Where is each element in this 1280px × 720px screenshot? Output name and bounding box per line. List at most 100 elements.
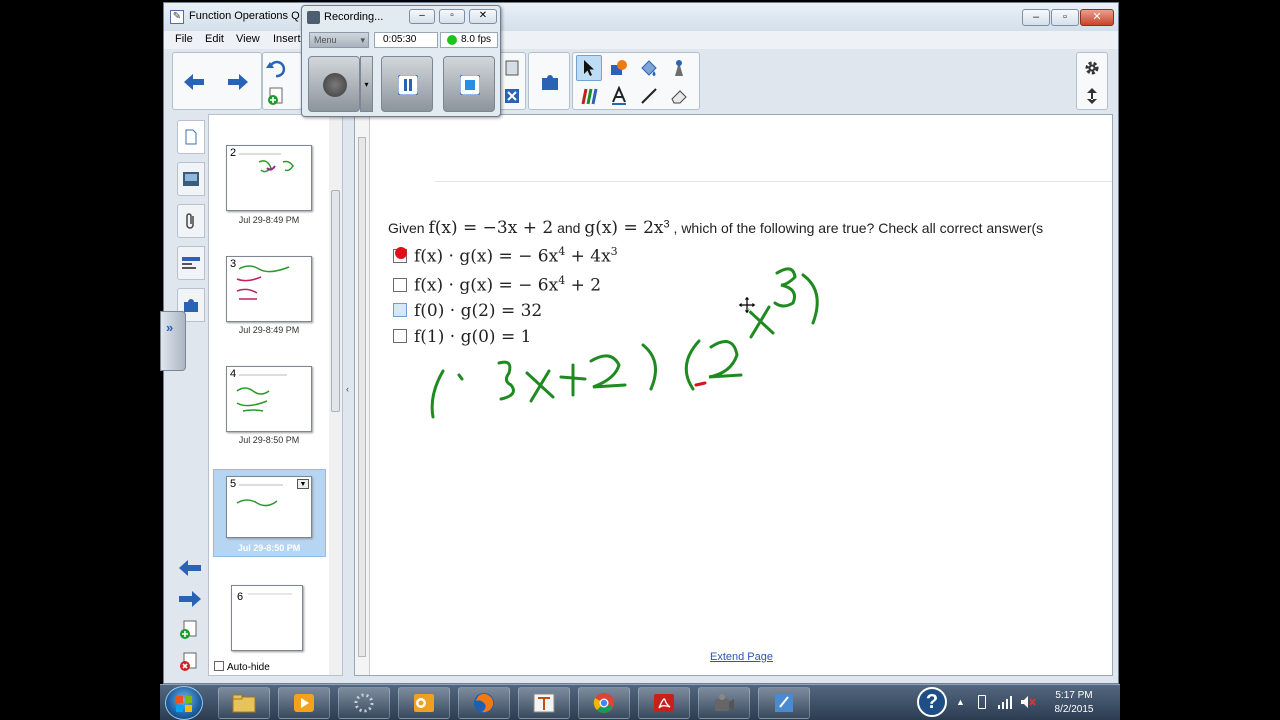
addons-group xyxy=(528,52,570,110)
fps-value: 8.0 fps xyxy=(461,34,492,45)
taskbar-smart-ink[interactable] xyxy=(518,687,570,719)
taskbar-smart-notebook[interactable] xyxy=(758,687,810,719)
table-group xyxy=(498,52,526,110)
menu-view[interactable]: View xyxy=(236,33,260,45)
shapes-icon[interactable] xyxy=(606,55,632,81)
extend-page-link[interactable]: Extend Page xyxy=(710,651,773,663)
delete-page-icon[interactable] xyxy=(179,652,197,672)
menu-edit[interactable]: Edit xyxy=(205,33,224,45)
auto-hide-toggle[interactable]: Auto-hide xyxy=(214,661,270,673)
eraser-icon[interactable] xyxy=(666,83,692,109)
screen-shade-icon[interactable] xyxy=(499,55,525,81)
pens-icon[interactable] xyxy=(576,83,602,109)
move-sidebar-right-icon[interactable] xyxy=(177,590,203,608)
taskbar-acrobat[interactable] xyxy=(638,687,690,719)
recorder-restore-button[interactable]: ▫ xyxy=(439,9,465,24)
move-sidebar-left-icon[interactable] xyxy=(177,559,203,577)
text-tool-icon[interactable] xyxy=(606,83,632,109)
whiteboard-page[interactable]: Given f(x) = −3x + 2 and g(x) = 2x3 , wh… xyxy=(354,114,1113,676)
properties-tab[interactable] xyxy=(177,246,205,280)
recorder-app-icon xyxy=(307,11,320,24)
pause-button[interactable] xyxy=(381,56,433,112)
page-scroll-thumb[interactable] xyxy=(358,137,366,657)
help-icon[interactable]: ? xyxy=(917,687,947,717)
stop-button[interactable] xyxy=(443,56,495,112)
sidebar-divider[interactable]: ‹ xyxy=(343,114,354,676)
page-guideline xyxy=(435,181,1112,182)
expand-tray-icon[interactable]: » xyxy=(166,320,173,335)
next-page-icon[interactable] xyxy=(225,69,251,95)
recorder-close-button[interactable]: ✕ xyxy=(469,9,497,24)
page-menu-dropdown-icon[interactable]: ▼ xyxy=(297,479,309,489)
sidebar-footer xyxy=(173,558,208,676)
function-f: f(x) = −3x + 2 xyxy=(428,218,554,238)
recording-elapsed-time: 0:05:30 xyxy=(374,32,438,48)
line-tool-icon[interactable] xyxy=(636,83,662,109)
page-number: 2 xyxy=(230,147,237,159)
option-1-checkbox[interactable] xyxy=(393,246,407,263)
option-4-checkbox[interactable] xyxy=(393,329,407,343)
auto-hide-checkbox[interactable] xyxy=(214,661,224,671)
undo-icon[interactable] xyxy=(263,56,289,82)
desktop: ✎ Function Operations Q – ▫ ✕ File Edit … xyxy=(0,0,1280,720)
recorder-title: Recording... xyxy=(324,11,384,23)
tools-group xyxy=(572,52,700,110)
add-page-icon[interactable] xyxy=(179,620,197,640)
page-thumbnail-2[interactable]: 2 xyxy=(226,145,312,211)
gear-icon[interactable] xyxy=(1079,55,1105,81)
sorter-scrollbar[interactable] xyxy=(329,115,342,675)
taskbar-chrome[interactable] xyxy=(578,687,630,719)
question-prefix: Given xyxy=(388,220,425,236)
taskbar-media[interactable] xyxy=(278,687,330,719)
fill-icon[interactable] xyxy=(636,55,662,81)
battery-icon[interactable] xyxy=(978,695,986,709)
taskbar-outlook[interactable] xyxy=(398,687,450,719)
delete-table-icon[interactable] xyxy=(499,83,525,109)
add-page-icon[interactable] xyxy=(263,83,289,109)
sorter-scroll-thumb[interactable] xyxy=(331,190,340,412)
floating-tools-tray[interactable]: » xyxy=(160,311,186,371)
taskbar-clock[interactable]: 5:17 PM 8/2/2015 xyxy=(1044,689,1104,717)
menu-insert[interactable]: Insert xyxy=(273,33,301,45)
page-timestamp: Jul 29-8:49 PM xyxy=(238,325,300,335)
page-thumbnail-6[interactable]: 6 xyxy=(231,585,303,651)
page-thumbnail-5[interactable]: 5 ▼ xyxy=(226,476,312,538)
start-button[interactable] xyxy=(165,686,203,720)
taskbar: ? ▲ 5:17 PM 8/2/2015 xyxy=(160,684,1120,720)
move-toolbar-icon[interactable] xyxy=(1079,83,1105,109)
menu-file[interactable]: File xyxy=(175,33,193,45)
record-options-dropdown[interactable]: ▾ xyxy=(360,56,373,112)
taskbar-firefox[interactable] xyxy=(458,687,510,719)
page-thumbnail-4[interactable]: 4 xyxy=(226,366,312,432)
taskbar-loader[interactable] xyxy=(338,687,390,719)
taskbar-recorder[interactable] xyxy=(698,687,750,719)
page-sorter-tab[interactable] xyxy=(177,120,205,154)
option-2-checkbox[interactable] xyxy=(393,277,407,292)
select-arrow-icon[interactable] xyxy=(576,55,602,81)
minimize-button[interactable]: – xyxy=(1022,9,1050,26)
tray-expand-icon[interactable]: ▲ xyxy=(956,697,965,707)
taskbar-explorer[interactable] xyxy=(218,687,270,719)
volume-muted-icon[interactable] xyxy=(1020,694,1036,710)
addons-puzzle-icon[interactable] xyxy=(537,69,563,95)
collapse-chevron-icon[interactable]: ‹ xyxy=(346,384,349,394)
attachments-tab[interactable] xyxy=(177,204,205,238)
page-scrollbar[interactable] xyxy=(355,115,370,675)
option-3-checkbox[interactable] xyxy=(393,303,407,317)
previous-page-icon[interactable] xyxy=(181,69,207,95)
maximize-button[interactable]: ▫ xyxy=(1051,9,1079,26)
network-icon[interactable] xyxy=(998,695,1012,709)
page-number: 5 xyxy=(230,478,237,490)
media-player-icon xyxy=(294,694,314,712)
chevron-down-icon: ▾ xyxy=(360,35,365,45)
windows-logo-icon xyxy=(176,696,192,712)
recorder-menu-dropdown[interactable]: Menu ▾ xyxy=(309,32,369,48)
close-button[interactable]: ✕ xyxy=(1080,9,1114,26)
notebook-app-icon: ✎ xyxy=(170,10,184,24)
record-button[interactable] xyxy=(308,56,360,112)
page-thumbnail-3[interactable]: 3 xyxy=(226,256,312,322)
outlook-icon xyxy=(414,694,434,712)
gallery-tab[interactable] xyxy=(177,162,205,196)
recorder-minimize-button[interactable]: – xyxy=(409,9,435,24)
magic-pen-icon[interactable] xyxy=(666,55,692,81)
